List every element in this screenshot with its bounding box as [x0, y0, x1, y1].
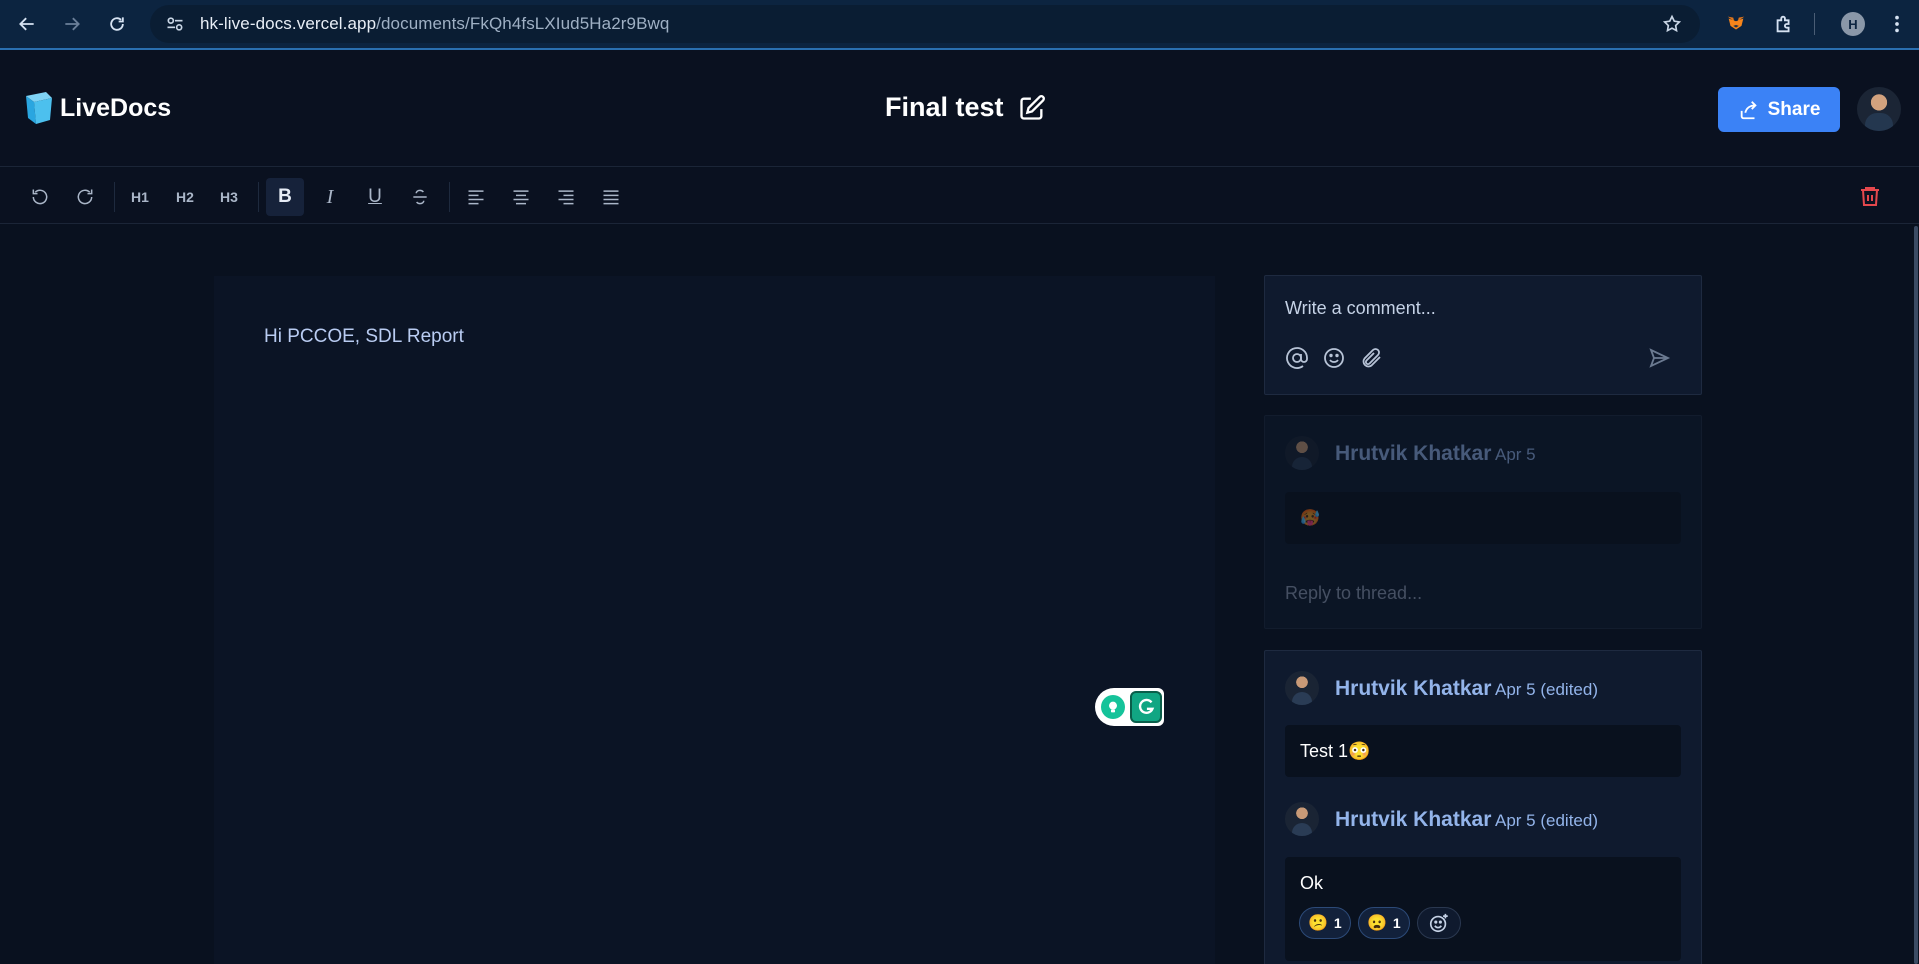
bookmark-star-icon[interactable] [1662, 14, 1682, 34]
heading-2-button[interactable]: H2 [166, 178, 204, 216]
comment-text: Test 1😳 [1300, 741, 1371, 761]
grammarly-logo-icon[interactable] [1130, 691, 1162, 723]
share-button[interactable]: Share [1718, 87, 1840, 132]
comment-text: Ok [1300, 873, 1324, 893]
reply-input[interactable]: Reply to thread... [1285, 583, 1422, 604]
comment-author: Hrutvik Khatkar [1335, 442, 1492, 465]
italic-button[interactable]: I [311, 178, 349, 216]
document-title-area: Final test [885, 92, 1046, 123]
add-reaction-button[interactable] [1417, 907, 1461, 939]
heading-3-button[interactable]: H3 [210, 178, 248, 216]
comment-author: Hrutvik Khatkar [1335, 808, 1492, 831]
browser-toolbar: hk-live-docs.vercel.app/documents/FkQh4f… [0, 0, 1919, 50]
page-scrollbar[interactable] [1914, 226, 1918, 964]
share-label: Share [1767, 98, 1821, 120]
align-justify-icon[interactable] [592, 178, 630, 216]
reaction-chip[interactable]: 😕 1 [1299, 907, 1351, 939]
logo[interactable]: LiveDocs [22, 90, 171, 126]
comment-date: Apr 5 (edited) [1495, 811, 1598, 830]
comment-author: Hrutvik Khatkar [1335, 677, 1492, 700]
align-left-icon[interactable] [457, 178, 495, 216]
app-header: LiveDocs Final test Share [0, 50, 1919, 167]
formatting-toolbar: H1 H2 H3 B I U [0, 168, 1919, 224]
emoji-icon[interactable] [1322, 346, 1346, 370]
comment-input[interactable]: Write a comment... [1285, 298, 1436, 319]
undo-icon[interactable] [21, 178, 59, 216]
toolbar-divider [449, 182, 450, 212]
address-bar[interactable]: hk-live-docs.vercel.app/documents/FkQh4f… [150, 5, 1700, 43]
comment-body: 🥵 [1285, 492, 1681, 544]
url-path: /documents/FkQh4fsLXIud5Ha2r9Bwq [376, 14, 670, 33]
send-icon[interactable] [1647, 346, 1671, 370]
logo-icon [26, 92, 52, 124]
logo-text: LiveDocs [60, 93, 172, 122]
reaction-count: 1 [1392, 915, 1401, 931]
attachment-paperclip-icon[interactable] [1359, 346, 1383, 370]
comment-body: Ok 😕 1 😦 1 [1285, 857, 1681, 961]
extensions-puzzle-icon[interactable] [1768, 8, 1800, 40]
comment-avatar [1285, 671, 1319, 705]
reload-icon[interactable] [99, 6, 135, 42]
grammarly-bulb-icon[interactable] [1101, 695, 1125, 719]
toolbar-separator [1814, 13, 1815, 35]
editor-page[interactable]: Hi PCCOE, SDL Report [214, 276, 1215, 964]
user-avatar[interactable] [1857, 87, 1901, 131]
bold-button[interactable]: B [266, 178, 304, 216]
comment-thread: Hrutvik Khatkar Apr 5 (edited) Test 1😳 H… [1264, 650, 1702, 964]
document-title[interactable]: Final test [885, 92, 1004, 123]
comment-composer: Write a comment... [1264, 275, 1702, 395]
back-icon[interactable] [9, 6, 45, 42]
heading-1-button[interactable]: H1 [121, 178, 159, 216]
extensions-area: H [1704, 0, 1919, 48]
add-emoji-icon [1429, 913, 1448, 933]
share-icon [1740, 100, 1757, 119]
strikethrough-icon[interactable] [401, 178, 439, 216]
reaction-count: 1 [1333, 915, 1342, 931]
url-domain: hk-live-docs.vercel.app [200, 14, 377, 33]
grammarly-widget[interactable] [1095, 688, 1164, 726]
profile-avatar[interactable]: H [1837, 8, 1869, 40]
edit-title-icon[interactable] [1018, 94, 1046, 122]
align-right-icon[interactable] [547, 178, 585, 216]
underline-button[interactable]: U [356, 178, 394, 216]
site-settings-icon[interactable] [164, 13, 186, 35]
profile-initial: H [1841, 12, 1865, 36]
forward-icon[interactable] [54, 6, 90, 42]
comment-avatar [1285, 436, 1319, 470]
toolbar-divider [114, 182, 115, 212]
mention-at-icon[interactable] [1285, 346, 1309, 370]
reaction-emoji: 😕 [1308, 915, 1328, 932]
comment-date: Apr 5 [1495, 445, 1536, 464]
browser-menu-icon[interactable] [1881, 8, 1913, 40]
delete-trash-icon[interactable] [1858, 184, 1882, 208]
toolbar-divider [258, 182, 259, 212]
align-center-icon[interactable] [502, 178, 540, 216]
redo-icon[interactable] [66, 178, 104, 216]
comment-thread: Hrutvik Khatkar Apr 5 🥵 Reply to thread.… [1264, 415, 1702, 629]
comment-body: Test 1😳 [1285, 725, 1681, 777]
comment-text: 🥵 [1300, 510, 1320, 527]
reaction-emoji: 😦 [1367, 915, 1387, 932]
metamask-fox-icon[interactable] [1720, 8, 1752, 40]
comment-avatar [1285, 802, 1319, 836]
editor-content[interactable]: Hi PCCOE, SDL Report [264, 326, 464, 348]
reaction-chip[interactable]: 😦 1 [1358, 907, 1410, 939]
comment-date: Apr 5 (edited) [1495, 680, 1598, 699]
url-text: hk-live-docs.vercel.app/documents/FkQh4f… [200, 14, 669, 34]
